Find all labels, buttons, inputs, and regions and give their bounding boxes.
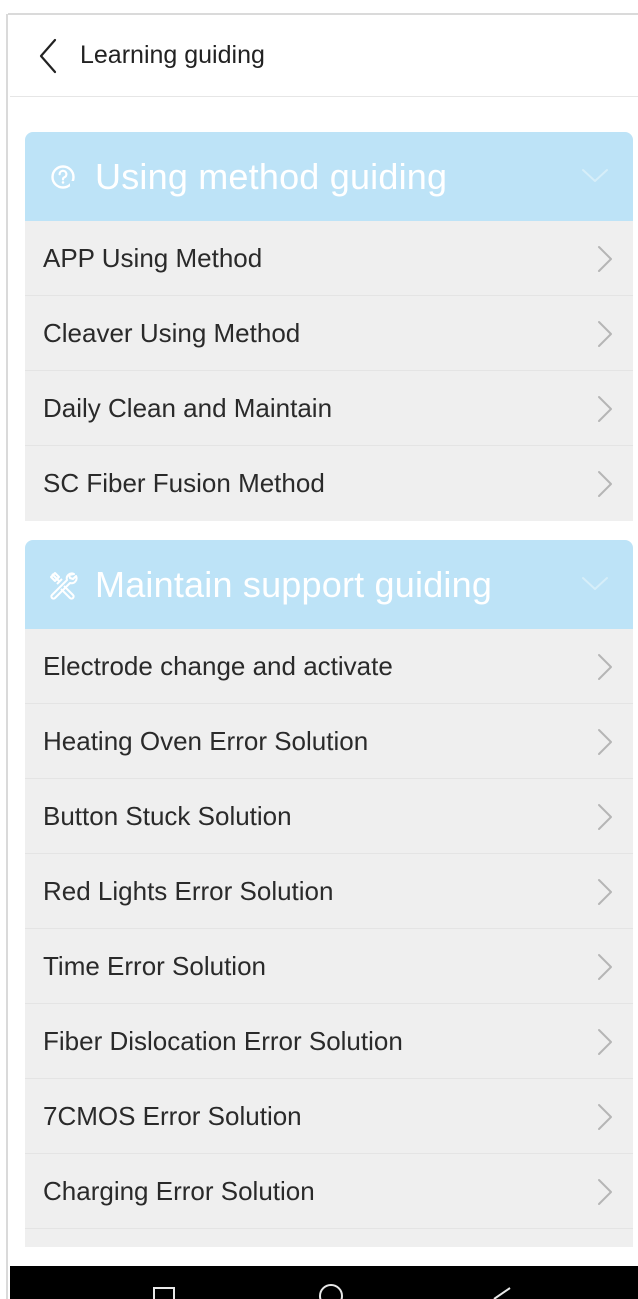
list-item[interactable]: Time Error Solution (25, 929, 633, 1004)
chevron-down-icon (582, 577, 608, 590)
section-title: Using method guiding (95, 155, 448, 197)
list-item[interactable]: SC Fiber Fusion Method (25, 446, 633, 521)
section-header-maintain-support[interactable]: Maintain support guiding (25, 540, 633, 629)
chevron-right-icon (598, 1029, 612, 1055)
list-item[interactable]: Cleaver Using Method (25, 296, 633, 371)
list-item-label: Fiber Dislocation Error Solution (43, 1025, 403, 1056)
chevron-right-icon (598, 246, 612, 272)
back-triangle-icon[interactable] (486, 1266, 516, 1299)
recents-icon[interactable] (152, 1266, 176, 1299)
list-item[interactable]: Charging Error Solution (25, 1154, 633, 1229)
list-item-label: Red Lights Error Solution (43, 875, 334, 906)
list-item[interactable]: 7CMOS Error Solution (25, 1079, 633, 1154)
list-item[interactable]: Red Lights Error Solution (25, 854, 633, 929)
section-header-using-method[interactable]: Using method guiding (25, 132, 633, 221)
list-item-label: Cleaver Using Method (43, 317, 301, 348)
chevron-right-icon (598, 804, 612, 830)
window-border-left (0, 14, 8, 1299)
list-item-label: Daily Clean and Maintain (43, 392, 333, 423)
list-item-label: APP Using Method (43, 242, 263, 273)
list-item-label: SC Fiber Fusion Method (43, 468, 325, 498)
chevron-right-icon (598, 879, 612, 905)
list-item[interactable]: Heating Oven Error Solution (25, 704, 633, 779)
list-item-label: Time Error Solution (43, 950, 266, 981)
tools-icon (45, 567, 81, 603)
list-item[interactable]: Daily Clean and Maintain (25, 371, 633, 446)
home-icon[interactable] (313, 1266, 349, 1299)
chevron-right-icon (598, 396, 612, 422)
chevron-right-icon (598, 1179, 612, 1205)
app-header: Learning guiding (10, 15, 638, 97)
section-title: Maintain support guiding (95, 563, 493, 605)
chevron-left-icon (39, 38, 57, 73)
list-item-label: Button Stuck Solution (43, 800, 292, 831)
list-item-label: Charging Error Solution (43, 1175, 315, 1206)
chevron-right-icon (598, 1104, 612, 1130)
list-item[interactable]: Electrode change and activate (25, 629, 633, 704)
section-maintain-support: Maintain support guiding Electrode chang… (25, 540, 633, 1247)
list-item[interactable]: APP Using Method (25, 221, 633, 296)
chevron-right-icon (598, 471, 612, 497)
page-title: Learning guiding (80, 41, 265, 69)
chevron-right-icon (598, 954, 612, 980)
list-item-label: 7CMOS Error Solution (43, 1100, 302, 1131)
list-item[interactable]: Fiber Dislocation Error Solution (25, 1004, 633, 1079)
system-navigation-bar (10, 1266, 638, 1299)
chevron-right-icon (598, 654, 612, 680)
section-using-method: Using method guiding APP Using Method Cl… (25, 132, 633, 521)
list-item-label: Electrode change and activate (43, 650, 393, 681)
list-bottom-padding (25, 1229, 633, 1247)
question-gear-icon (45, 159, 81, 195)
list-item-label: Heating Oven Error Solution (43, 725, 369, 756)
back-button[interactable] (30, 15, 66, 97)
chevron-right-icon (598, 321, 612, 347)
chevron-down-icon (582, 169, 608, 182)
guide-content: Using method guiding APP Using Method Cl… (10, 98, 638, 1266)
chevron-right-icon (598, 729, 612, 755)
list-item[interactable]: Button Stuck Solution (25, 779, 633, 854)
